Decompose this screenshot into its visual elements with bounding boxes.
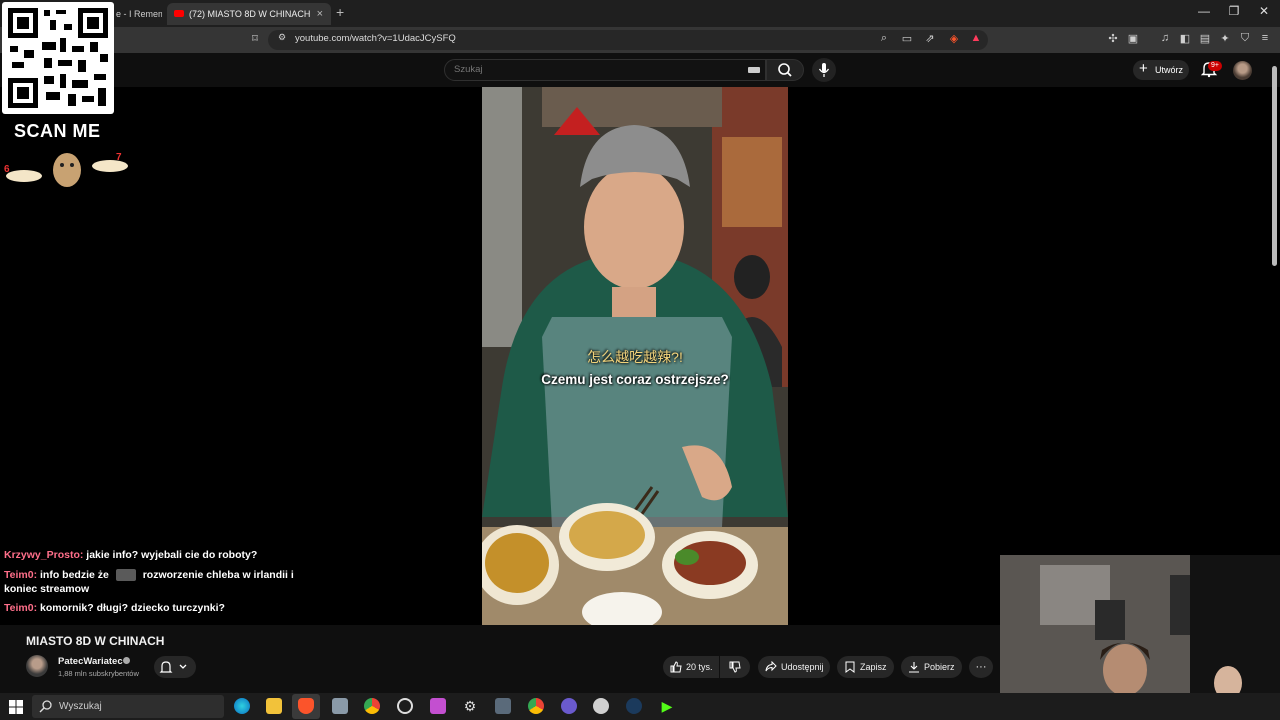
tab-label: (72) MIASTO 8D W CHINACH (189, 9, 311, 19)
keyboard-icon[interactable] (748, 67, 760, 73)
sidebar-icon[interactable]: ◧ (1177, 32, 1193, 45)
search-button[interactable] (766, 59, 804, 81)
svg-text:6: 6 (4, 164, 10, 175)
thumbs-up-icon (670, 661, 682, 673)
bookmark-icon (845, 661, 855, 673)
youtube-favicon-icon (174, 10, 184, 17)
download-label: Pobierz (924, 662, 955, 672)
bell-icon (159, 661, 187, 673)
subtitle-chinese: 怎么越吃越辣?! (587, 349, 683, 365)
verified-icon (123, 657, 130, 664)
scan-me-label: SCAN ME (14, 121, 101, 141)
site-settings-icon[interactable]: ⚙ (274, 32, 290, 43)
more-actions-button[interactable]: ··· (969, 656, 993, 678)
close-window-button[interactable]: ✕ (1249, 4, 1279, 18)
file-explorer-icon[interactable] (266, 698, 282, 714)
chat-message: Teim0: info bedzie że rozworzenie chleba… (4, 568, 294, 596)
download-button[interactable]: Pobierz (901, 656, 962, 678)
video-title: MIASTO 8D W CHINACH (26, 634, 165, 648)
obs-icon[interactable] (397, 698, 413, 714)
brave-browser-icon[interactable] (298, 698, 314, 714)
chat-text: komornik? długi? dziecko turczynki? (40, 602, 225, 614)
tab-active-youtube[interactable]: (72) MIASTO 8D W CHINACH × (167, 3, 331, 25)
scrollbar-thumb[interactable] (1272, 66, 1277, 266)
tab-search-icon[interactable]: ▣ (1125, 32, 1141, 45)
chrome-icon[interactable] (364, 698, 380, 714)
app-icon[interactable] (332, 698, 348, 714)
tab-previous[interactable]: e - I Remem (110, 3, 162, 25)
cat-meme-graphic: 6 7 (2, 148, 132, 190)
chat-message: Krzywy_Prosto: jakie info? wyjebali cie … (4, 548, 294, 562)
new-tab-button[interactable]: + (336, 4, 344, 20)
chat-username: Teim0: (4, 569, 38, 581)
chat-text: jakie info? wyjebali cie do roboty? (86, 549, 258, 561)
url-text[interactable]: youtube.com/watch?v=1UdacJCySFQ (295, 33, 456, 44)
create-label: Utwórz (1155, 65, 1184, 75)
settings-gear-icon[interactable]: ⚙ (462, 698, 478, 714)
search-input[interactable] (454, 64, 734, 75)
subscriber-count: 1,88 mln subskrybentów (58, 669, 139, 678)
channel-avatar[interactable] (26, 655, 48, 677)
chat-message: Teim0: komornik? długi? dziecko turczynk… (4, 601, 294, 615)
media-icon[interactable]: ♫ (1157, 32, 1173, 44)
dislike-button[interactable] (720, 656, 750, 678)
edge-icon[interactable] (234, 698, 250, 714)
kick-icon[interactable]: ▶ (659, 698, 675, 714)
zoom-icon[interactable]: ⌕ (876, 32, 892, 45)
brave-rewards-icon[interactable]: ▲ (968, 32, 984, 44)
calculator-icon[interactable] (495, 698, 511, 714)
start-button[interactable] (8, 699, 24, 715)
app-icon[interactable] (593, 698, 609, 714)
menu-icon[interactable]: ≡ (1257, 32, 1273, 44)
vpn-icon[interactable]: ⛉ (1237, 32, 1253, 45)
channel-name[interactable]: PatecWariatec (58, 656, 123, 667)
like-button[interactable]: 20 tys. (663, 656, 719, 678)
restore-button[interactable]: ❐ (1219, 4, 1249, 18)
app-icon[interactable] (561, 698, 577, 714)
minimize-button[interactable]: — (1189, 4, 1219, 18)
plus-icon: + (1139, 60, 1148, 77)
account-avatar[interactable] (1233, 61, 1252, 80)
subtitle-polish: Czemu jest coraz ostrzejsze? (541, 372, 729, 387)
like-count: 20 tys. (686, 662, 713, 672)
create-button[interactable]: + Utwórz (1133, 60, 1189, 80)
bookmark-icon[interactable]: ⌑ (247, 32, 263, 45)
search-icon (39, 700, 52, 713)
search-box[interactable] (444, 59, 766, 81)
notification-badge: 9+ (1208, 61, 1222, 71)
chat-text: info bedzie że (40, 569, 109, 581)
brave-shield-icon[interactable]: ◈ (946, 32, 962, 45)
cast-icon[interactable]: ▭ (899, 32, 915, 45)
app-icon[interactable] (430, 698, 446, 714)
leo-ai-icon[interactable]: ✦ (1217, 32, 1233, 45)
save-button[interactable]: Zapisz (837, 656, 894, 678)
search-icon (778, 63, 792, 77)
download-icon (909, 662, 919, 673)
voice-search-button[interactable] (812, 58, 836, 82)
tab-close-icon[interactable]: × (317, 3, 323, 25)
share-page-icon[interactable]: ⇗ (922, 32, 938, 45)
chat-username: Teim0: (4, 602, 38, 614)
chat-emote-icon (115, 569, 136, 582)
share-icon (765, 661, 777, 672)
windows-icon (9, 700, 23, 714)
qr-code (2, 2, 114, 114)
chat-username: Krzywy_Prosto: (4, 549, 84, 561)
save-label: Zapisz (860, 662, 887, 672)
wallet-icon[interactable]: ▤ (1197, 32, 1213, 45)
extensions-icon[interactable]: ✣ (1105, 32, 1121, 45)
svg-text:7: 7 (116, 152, 122, 163)
share-button[interactable]: Udostępnij (758, 656, 830, 678)
taskbar-search-placeholder: Wyszukaj (59, 701, 102, 712)
subscription-bell-button[interactable] (154, 656, 196, 678)
steam-icon[interactable] (626, 698, 642, 714)
qr-code-pattern (8, 8, 108, 108)
tab-label: e - I Remem (116, 9, 162, 19)
chrome-icon[interactable] (528, 698, 544, 714)
thumbs-down-icon (729, 661, 741, 673)
share-label: Udostępnij (781, 662, 824, 672)
microphone-icon (818, 63, 830, 77)
